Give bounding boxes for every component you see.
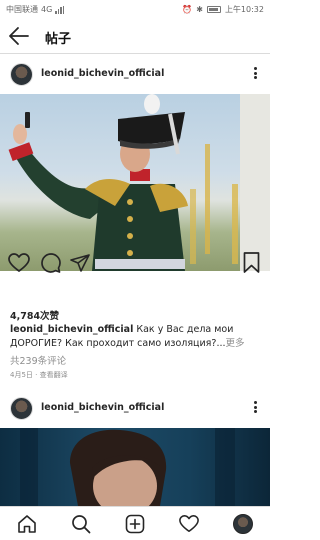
heart-icon[interactable] xyxy=(8,253,30,273)
back-arrow-icon[interactable] xyxy=(8,26,30,46)
comment-icon[interactable] xyxy=(40,253,61,273)
post-photo[interactable] xyxy=(0,428,270,506)
share-icon[interactable] xyxy=(70,254,90,272)
view-comments-link[interactable]: 共239条评论 xyxy=(10,353,66,367)
search-icon[interactable] xyxy=(71,514,91,534)
post-username[interactable]: leonid_bichevin_official xyxy=(41,402,164,413)
caption-username[interactable]: leonid_bichevin_official xyxy=(10,324,133,335)
bottom-nav xyxy=(0,506,270,540)
post-date: 4月5日 xyxy=(10,371,33,379)
more-vertical-icon[interactable] xyxy=(250,65,260,81)
post-date-line: 4月5日 · 查看翻译 xyxy=(10,370,68,380)
avatar[interactable] xyxy=(10,63,33,86)
bookmark-icon[interactable] xyxy=(243,252,260,273)
signal-icon xyxy=(55,5,65,14)
status-bar: 中国联通 4G ⏰ ✱ 上午10:32 xyxy=(0,0,270,18)
more-vertical-icon[interactable] xyxy=(250,399,260,415)
post-username[interactable]: leonid_bichevin_official xyxy=(41,68,164,79)
caption-more-link[interactable]: 更多 xyxy=(226,338,245,349)
network-type: 4G xyxy=(41,5,53,14)
page-title: 帖子 xyxy=(45,32,72,47)
top-bar: 帖子 xyxy=(0,18,270,54)
home-icon[interactable] xyxy=(17,514,37,534)
carrier-label: 中国联通 xyxy=(6,5,38,14)
bluetooth-icon: ✱ xyxy=(196,5,203,14)
battery-icon xyxy=(206,6,221,13)
new-post-icon[interactable] xyxy=(125,514,145,534)
heart-icon[interactable] xyxy=(179,514,199,534)
profile-avatar[interactable] xyxy=(233,514,253,534)
avatar[interactable] xyxy=(10,397,33,420)
status-time: 上午10:32 xyxy=(224,5,264,14)
post-caption: leonid_bichevin_official Как у Вас дела … xyxy=(10,323,260,351)
post-header: leonid_bichevin_official xyxy=(0,388,270,428)
post-header: leonid_bichevin_official xyxy=(0,54,270,94)
see-translation-link[interactable]: · 查看翻译 xyxy=(33,371,67,379)
post-photo[interactable] xyxy=(0,94,270,271)
alarm-icon: ⏰ xyxy=(182,5,193,14)
likes-count[interactable]: 4,784次赞 xyxy=(10,308,59,322)
